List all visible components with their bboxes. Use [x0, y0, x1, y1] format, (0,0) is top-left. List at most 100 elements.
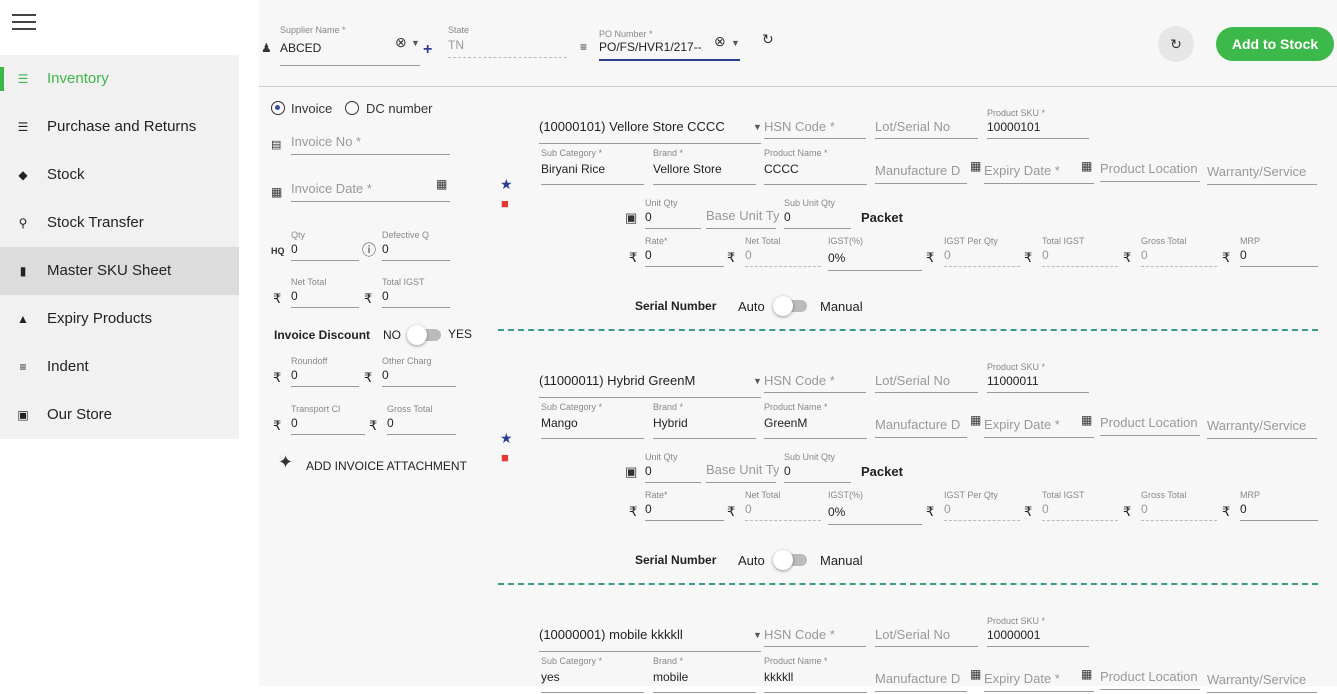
po-number-field[interactable]: PO Number * PO/FS/HVR1/217--1 [599, 29, 740, 61]
roundoff-input[interactable]: Roundoff 0 [291, 356, 359, 388]
product-location-input[interactable]: Product Location [1100, 667, 1200, 691]
warranty-input[interactable]: Warranty/Service [1207, 416, 1317, 440]
menu-icon[interactable] [12, 14, 36, 32]
sidebar-item-master-sku[interactable]: ▮ Master SKU Sheet [0, 247, 239, 295]
mrp-input[interactable]: MRP 0 [1240, 490, 1318, 522]
sidebar-item-purchase[interactable]: ☰ Purchase and Returns [0, 103, 239, 151]
warranty-input[interactable]: Warranty/Service [1207, 162, 1317, 186]
product-sku-input[interactable]: Product SKU * 10000101 [987, 108, 1089, 140]
sidebar-item-indent[interactable]: ≡ Indent [0, 343, 239, 391]
clear-icon[interactable]: ⊗ [714, 34, 726, 48]
brand-input[interactable]: Brand * Hybrid [653, 402, 756, 440]
invoice-discount-toggle[interactable] [407, 325, 441, 345]
sidebar-item-stock-transfer[interactable]: ⚲ Stock Transfer [0, 199, 239, 247]
lot-serial-input[interactable]: Lot/Serial No [875, 366, 978, 394]
sub-category-input[interactable]: Sub Category * Mango [541, 402, 644, 440]
delete-icon[interactable]: ■ [501, 197, 509, 210]
qty-input[interactable]: Qty 0 [291, 230, 359, 262]
add-invoice-attachment-button[interactable]: ADD INVOICE ATTACHMENT [306, 459, 467, 473]
base-unit-type-input[interactable]: Base Unit Ty [706, 460, 779, 484]
chevron-down-icon[interactable]: ▼ [753, 376, 762, 386]
rate-input[interactable]: Rate* 0 [645, 236, 724, 268]
net-total-input[interactable]: Net Total 0 [745, 236, 821, 268]
clear-icon[interactable]: ⊗ [395, 35, 407, 49]
igst-per-qty-input[interactable]: IGST Per Qty 0 [944, 236, 1020, 268]
unit-qty-input[interactable]: Unit Qty 0 [645, 198, 701, 230]
sub-category-input[interactable]: Sub Category * yes [541, 656, 644, 694]
delete-icon[interactable]: ■ [501, 451, 509, 464]
gross-total-input[interactable]: Gross Total 0 [387, 404, 456, 436]
defective-qty-input[interactable]: Defective Q 0 [382, 230, 450, 262]
other-charges-input[interactable]: Other Charg 0 [382, 356, 456, 388]
chevron-down-icon[interactable]: ▼ [753, 630, 762, 640]
add-icon[interactable]: + [423, 42, 432, 58]
add-to-stock-button[interactable]: Add to Stock [1216, 27, 1334, 61]
product-sku-input[interactable]: Product SKU * 11000011 [987, 362, 1089, 394]
chevron-down-icon[interactable]: ▼ [411, 38, 420, 48]
product-location-input[interactable]: Product Location [1100, 159, 1200, 183]
hsn-code-input[interactable]: HSN Code * [764, 112, 866, 140]
expiry-date-input[interactable]: Expiry Date * [984, 161, 1094, 185]
total-igst-input[interactable]: Total IGST 0 [1042, 236, 1118, 268]
star-add-icon[interactable]: ★ [500, 177, 513, 191]
calendar-icon[interactable]: ▦ [970, 160, 981, 172]
product-select[interactable]: (11000011) Hybrid GreenM [539, 366, 761, 399]
igst-per-qty-input[interactable]: IGST Per Qty 0 [944, 490, 1020, 522]
mrp-input[interactable]: MRP 0 [1240, 236, 1318, 268]
sidebar-item-our-store[interactable]: ▣ Our Store [0, 391, 239, 439]
warranty-input[interactable]: Warranty/Service [1207, 670, 1317, 694]
sub-unit-qty-input[interactable]: Sub Unit Qty 0 [784, 452, 851, 484]
manufacture-date-input[interactable]: Manufacture D [875, 161, 967, 185]
manufacture-date-input[interactable]: Manufacture D [875, 669, 967, 693]
manufacture-date-input[interactable]: Manufacture D [875, 415, 967, 439]
rate-input[interactable]: Rate* 0 [645, 490, 724, 522]
calendar-icon[interactable]: ▦ [1081, 414, 1092, 426]
chevron-down-icon[interactable]: ▼ [731, 38, 740, 48]
brand-input[interactable]: Brand * mobile [653, 656, 756, 694]
invoice-date-input[interactable]: Invoice Date * [291, 181, 450, 203]
gross-total-input[interactable]: Gross Total 0 [1141, 490, 1217, 522]
lot-serial-input[interactable]: Lot/Serial No [875, 112, 978, 140]
net-total-input[interactable]: Net Total 0 [291, 277, 359, 309]
product-name-input[interactable]: Product Name * GreenM [764, 402, 867, 440]
product-name-input[interactable]: Product Name * CCCC [764, 148, 867, 186]
hsn-code-input[interactable]: HSN Code * [764, 366, 866, 394]
refresh-icon[interactable]: ↻ [762, 32, 774, 46]
invoice-no-input[interactable]: Invoice No * [291, 134, 450, 156]
igst-input[interactable]: IGST(%) 0% [828, 236, 922, 272]
igst-input[interactable]: IGST(%) 0% [828, 490, 922, 526]
serial-number-toggle[interactable] [773, 550, 807, 570]
transport-charges-input[interactable]: Transport Cl 0 [291, 404, 365, 436]
refresh-button[interactable]: ↻ [1158, 26, 1194, 62]
calendar-icon[interactable]: ▦ [1081, 668, 1092, 680]
calendar-icon[interactable]: ▦ [436, 178, 447, 190]
calendar-icon[interactable]: ▦ [970, 668, 981, 680]
calendar-icon[interactable]: ▦ [970, 414, 981, 426]
hsn-code-input[interactable]: HSN Code * [764, 620, 866, 648]
serial-number-toggle[interactable] [773, 296, 807, 316]
sidebar-item-stock[interactable]: ◆ Stock [0, 151, 239, 199]
total-igst-input[interactable]: Total IGST 0 [382, 277, 450, 309]
gross-total-input[interactable]: Gross Total 0 [1141, 236, 1217, 268]
product-location-input[interactable]: Product Location [1100, 413, 1200, 437]
invoice-radio[interactable] [271, 101, 285, 115]
total-igst-input[interactable]: Total IGST 0 [1042, 490, 1118, 522]
chevron-down-icon[interactable]: ▼ [753, 122, 762, 132]
sidebar-item-inventory[interactable]: ☰ Inventory [0, 55, 239, 103]
base-unit-type-input[interactable]: Base Unit Ty [706, 206, 779, 230]
product-name-input[interactable]: Product Name * kkkkll [764, 656, 867, 694]
sub-category-input[interactable]: Sub Category * Biryani Rice [541, 148, 644, 186]
product-select[interactable]: (10000101) Vellore Store CCCC [539, 112, 761, 145]
calendar-icon[interactable]: ▦ [1081, 160, 1092, 172]
expiry-date-input[interactable]: Expiry Date * [984, 669, 1094, 693]
star-add-icon[interactable]: ★ [500, 431, 513, 445]
expiry-date-input[interactable]: Expiry Date * [984, 415, 1094, 439]
sidebar-item-expiry[interactable]: ▲ Expiry Products [0, 295, 239, 343]
product-select[interactable]: (10000001) mobile kkkkll [539, 620, 761, 653]
product-sku-input[interactable]: Product SKU * 10000001 [987, 616, 1089, 648]
unit-qty-input[interactable]: Unit Qty 0 [645, 452, 701, 484]
sub-unit-qty-input[interactable]: Sub Unit Qty 0 [784, 198, 851, 230]
net-total-input[interactable]: Net Total 0 [745, 490, 821, 522]
lot-serial-input[interactable]: Lot/Serial No [875, 620, 978, 648]
brand-input[interactable]: Brand * Vellore Store [653, 148, 756, 186]
